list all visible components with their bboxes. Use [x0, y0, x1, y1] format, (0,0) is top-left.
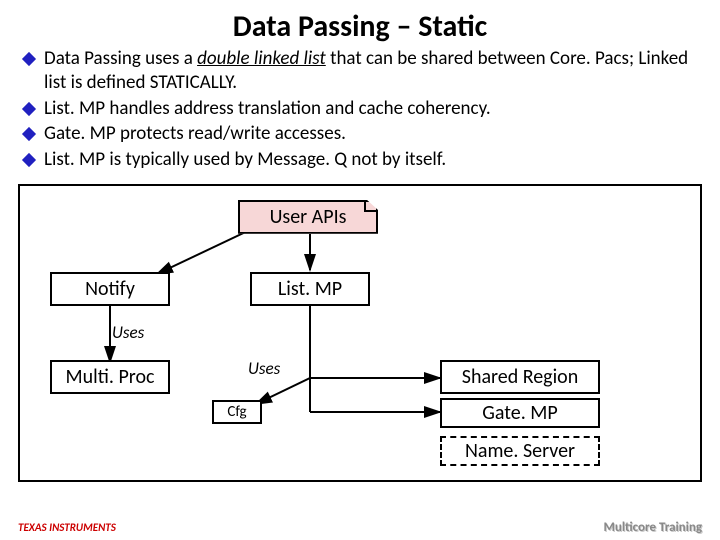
listmp-box: List. MP	[250, 272, 370, 306]
slide-title: Data Passing – Static	[0, 0, 720, 47]
bullet-text: List. MP is typically used by Message. Q…	[44, 148, 446, 172]
bullet-diamond-icon	[22, 101, 36, 115]
dog-ear-icon	[364, 200, 378, 212]
diagram-container: User APIs Notify List. MP Uses Multi. Pr…	[18, 184, 702, 482]
uses-label-1: Uses	[112, 322, 144, 343]
bullet-diamond-icon	[22, 127, 36, 141]
bullet-text-part: Data Passing uses a	[44, 47, 197, 70]
bullet-item: List. MP handles address translation and…	[24, 97, 700, 121]
bullet-item: List. MP is typically used by Message. Q…	[24, 148, 700, 172]
notify-box: Notify	[50, 272, 170, 306]
bullet-list: Data Passing uses a double linked list t…	[0, 47, 720, 180]
cfg-box: Cfg	[212, 400, 262, 424]
shared-region-box: Shared Region	[440, 360, 600, 394]
bullet-text: List. MP handles address translation and…	[44, 97, 491, 121]
multicore-training-label: Multicore Training	[604, 520, 703, 535]
multiproc-box: Multi. Proc	[50, 360, 170, 394]
user-apis-box: User APIs	[238, 200, 378, 234]
bullet-item: Data Passing uses a double linked list t…	[24, 47, 700, 95]
footer: TEXAS INSTRUMENTS Multicore Training	[0, 516, 720, 538]
bullet-item: Gate. MP protects read/write accesses.	[24, 122, 700, 146]
ti-logo: TEXAS INSTRUMENTS	[18, 521, 116, 534]
bullet-text-emph: double linked list	[197, 47, 326, 70]
bullet-diamond-icon	[22, 153, 36, 167]
bullet-text: Data Passing uses a double linked list t…	[44, 47, 700, 95]
uses-label-2: Uses	[248, 358, 280, 379]
bullet-text: Gate. MP protects read/write accesses.	[44, 122, 346, 146]
nameserver-box: Name. Server	[440, 436, 600, 466]
gatemp-box: Gate. MP	[440, 398, 600, 428]
bullet-diamond-icon	[22, 52, 36, 66]
